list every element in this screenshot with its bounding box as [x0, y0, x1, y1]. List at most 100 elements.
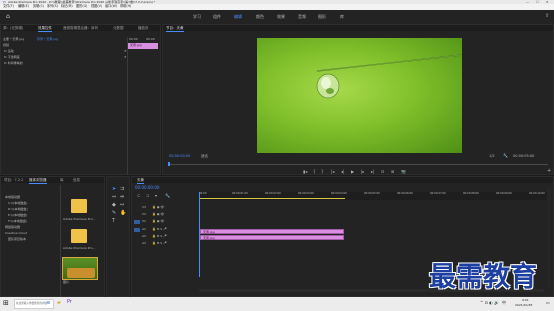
program-timecode[interactable]: 00:00:00:00 [169, 154, 190, 159]
folder-icon[interactable] [71, 229, 87, 243]
snap-icon[interactable]: ⊂ [137, 194, 140, 198]
step-forward-icon[interactable]: |▸ [361, 170, 364, 174]
playhead-marker[interactable] [168, 162, 170, 166]
go-to-in-icon[interactable]: |◂ [331, 170, 334, 174]
program-monitor-title[interactable]: 节目：天黄 [166, 26, 184, 32]
effect-time-remap[interactable]: fx 时间重映射 [4, 62, 23, 65]
video-clip[interactable]: 天黄.jpg [200, 235, 344, 240]
audio-track-controls-icon[interactable]: 🔒 M S 🎤 [152, 235, 167, 238]
folder-icon[interactable] [71, 199, 87, 213]
menu-file[interactable]: 文件(F) [3, 4, 14, 8]
workspace-tab-effects[interactable]: 效果 [277, 15, 285, 19]
lift-icon[interactable]: ⊡ [381, 170, 384, 174]
file-name[interactable]: Adobe Premiere Pro... [63, 247, 95, 250]
track-a1[interactable]: A1 [142, 228, 146, 231]
sequence-path[interactable]: 序列 * 天黄.jpg [37, 38, 58, 41]
menu-sequence[interactable]: 序列(S) [47, 4, 58, 8]
rolling-edit-icon[interactable]: ⇹ [120, 195, 124, 200]
tab-metadata[interactable]: 元数据 [113, 26, 124, 31]
tree-drive-c[interactable]: C:\\(本地磁盘) [8, 202, 27, 205]
track-select-icon[interactable]: ⇉ [120, 187, 124, 192]
hand-icon[interactable]: ✋ [120, 211, 126, 216]
timeline-timecode[interactable]: 00:00:00:00 [135, 186, 159, 190]
workspace-tab-libraries[interactable]: 库 [340, 15, 344, 19]
tree-drive-f[interactable]: F:\\(本地磁盘) [8, 220, 27, 223]
workspace-tab-editing[interactable]: 编辑 [234, 15, 242, 19]
menu-window[interactable]: 窗口(W) [105, 4, 117, 8]
input-language[interactable]: 中 [502, 301, 506, 305]
taskbar-time[interactable]: 9:01 [522, 299, 529, 302]
linked-select-icon[interactable]: ⊃ [146, 194, 149, 198]
track-v1[interactable]: V1 [142, 220, 146, 223]
time-ruler[interactable]: 00:00 00:00:01:00 00:00:02:00 00:00:03:0… [199, 192, 549, 200]
audio-track-controls-icon[interactable]: 🔒 M S 🎤 [152, 228, 167, 231]
workspace-tab-color[interactable]: 颜色 [256, 15, 264, 19]
playhead-bar[interactable] [168, 164, 548, 165]
slip-icon[interactable]: ↔ [120, 203, 124, 208]
workspace-tab-graphics[interactable]: 图形 [318, 15, 326, 19]
add-marker-icon[interactable]: ▮◂ [303, 170, 307, 174]
pen-icon[interactable]: ✎ [112, 211, 116, 216]
toggle-sync-lock-icon[interactable]: 🔒 ▣ 👁 [152, 213, 164, 216]
wrench-icon[interactable]: 🔧 [503, 154, 508, 158]
work-area-bar[interactable] [199, 198, 345, 199]
tab-media-browser[interactable]: 媒体浏览器 [29, 178, 47, 184]
tab-effect-controls[interactable]: 效果控件 [38, 26, 52, 32]
track-a2[interactable]: A2 [142, 235, 146, 238]
workspace-tab-learn[interactable]: 学习 [193, 15, 201, 19]
menu-view[interactable]: 视图(V) [91, 4, 102, 8]
timeline-settings-icon[interactable]: 🔧 [165, 194, 170, 198]
resolution-dropdown[interactable]: 1/2 [489, 154, 495, 159]
tree-drive-d[interactable]: D:\\(本地磁盘) [8, 208, 28, 211]
track-v3[interactable]: V3 [142, 206, 146, 209]
mark-in-icon[interactable]: { [313, 170, 316, 174]
menu-clip[interactable]: 剪辑(C) [33, 4, 44, 8]
menu-edit[interactable]: 编辑(E) [18, 4, 29, 8]
tree-creative-cloud[interactable]: Creative Cloud [5, 232, 27, 235]
menu-graphics[interactable]: 图形(G) [76, 4, 87, 8]
windows-start-icon[interactable]: ⊞ [3, 300, 9, 307]
track-a3[interactable]: A3 [142, 242, 146, 245]
extract-icon[interactable]: ⊞ [391, 170, 394, 174]
tree-local-drives[interactable]: 本地驱动器 [5, 196, 20, 199]
taskbar-date[interactable]: 2021/10/28 [515, 304, 532, 307]
add-marker-icon[interactable]: ▾ [155, 194, 157, 198]
toggle-sync-lock-icon[interactable]: 🔒 ▣ 👁 [152, 206, 164, 209]
edge-icon[interactable]: e [47, 301, 50, 306]
source-patch-v1[interactable] [134, 220, 140, 224]
fit-dropdown[interactable]: 适合 [201, 154, 208, 159]
export-icon[interactable]: ⇪ [545, 14, 549, 19]
add-button-icon[interactable]: + [547, 169, 551, 174]
premiere-taskbar-icon[interactable]: Pr [67, 300, 72, 305]
track-v2[interactable]: V2 [142, 213, 146, 216]
tab-source[interactable]: 源：(无剪辑) [3, 26, 23, 31]
effect-opacity[interactable]: fx 不透明度 [4, 56, 20, 59]
file-name[interactable]: Adobe Premiere Pro... [63, 218, 95, 221]
file-explorer-icon[interactable]: ▰ [57, 301, 61, 306]
audio-track-controls-icon[interactable]: 🔒 M S 🎤 [152, 242, 167, 245]
tab-libraries[interactable]: 库 [60, 178, 64, 183]
clip-path[interactable]: 主要 * 天黄.jpg [3, 38, 24, 41]
image-thumbnail[interactable] [62, 257, 98, 280]
tree-drive-e[interactable]: E:\\(本地磁盘) [8, 214, 27, 217]
source-patch-a1[interactable] [134, 228, 140, 232]
camera-icon[interactable]: 📷 [401, 170, 406, 174]
type-icon[interactable]: T [112, 219, 115, 224]
file-name[interactable]: 图片 [63, 281, 69, 284]
tab-project[interactable]: 项目：7.2.2 [4, 178, 23, 183]
notification-icon[interactable]: ▭ [546, 301, 550, 305]
menu-help[interactable]: 帮助(H) [120, 4, 131, 8]
step-back-icon[interactable]: ◂| [341, 170, 344, 174]
video-clip[interactable]: 天黄.jpg [200, 229, 344, 234]
tab-audio-clip-mixer[interactable]: 音频剪辑混合器：序列 [63, 26, 98, 31]
tab-playback[interactable]: 播放页 [138, 26, 149, 31]
effect-motion[interactable]: fx 运动 [4, 50, 14, 53]
workspace-tab-assembly[interactable]: 组件 [213, 15, 221, 19]
home-icon[interactable]: ⌂ [6, 14, 10, 20]
toggle-sync-lock-icon[interactable]: 🔒 ▣ 👁 [152, 220, 164, 223]
tab-sequence[interactable]: 天黄 [137, 178, 144, 184]
workspace-tab-audio[interactable]: 音频 [298, 15, 306, 19]
go-to-out-icon[interactable]: ▸| [371, 170, 374, 174]
tree-team-projects[interactable]: 团队项目版本 [8, 238, 26, 241]
ripple-edit-icon[interactable]: ⇔ [112, 195, 116, 200]
